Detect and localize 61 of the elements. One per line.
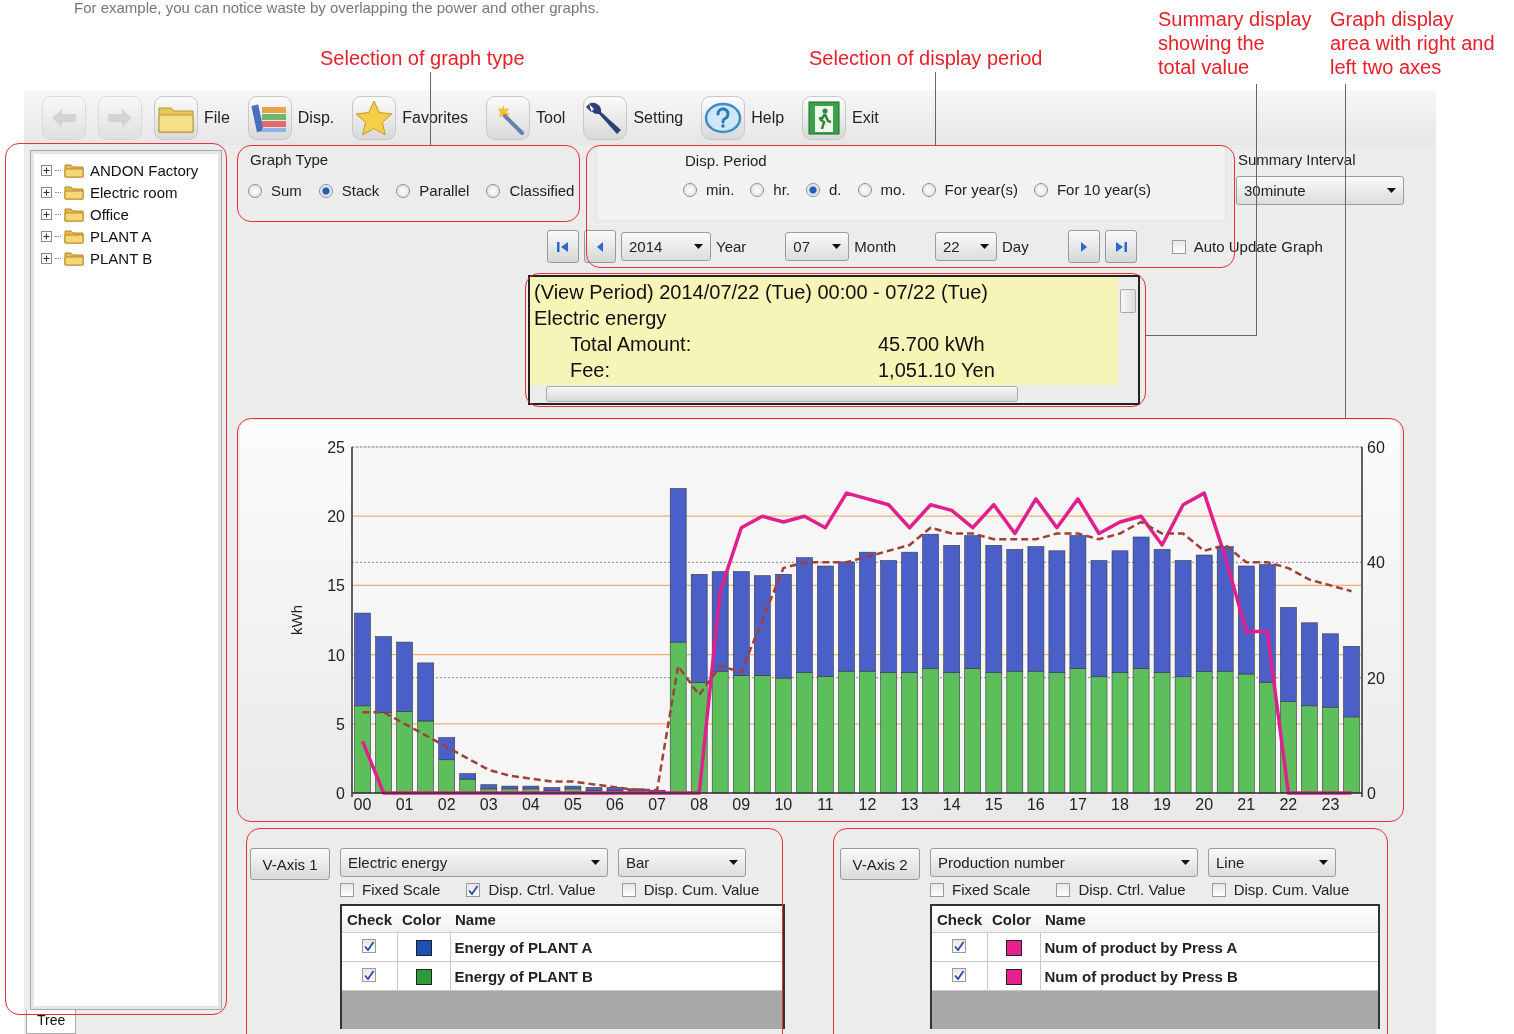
axis-tick-label: 16 xyxy=(1026,796,1045,813)
field-label: Day xyxy=(1002,238,1029,255)
axis-tick-label: 0 xyxy=(1367,785,1376,802)
field-label: Year xyxy=(716,238,747,255)
table-cell: Num of product by Press A xyxy=(1040,932,1379,962)
axis-tick-label: 00 xyxy=(353,796,372,813)
axis-tick-label: 01 xyxy=(395,796,414,813)
axis-tick-label: 02 xyxy=(437,796,456,813)
axis-tick-label: 08 xyxy=(690,796,709,813)
column-header: Color xyxy=(397,905,451,933)
summary-value: 45.700 kWh xyxy=(878,332,985,357)
annotation-label: Selection of graph type xyxy=(320,46,525,70)
axis-tick-label: 20 xyxy=(1195,796,1214,813)
axis-tick-label: 19 xyxy=(1153,796,1171,813)
summary-title: Electric energy xyxy=(534,306,668,331)
axis-tick-label: 20 xyxy=(1367,669,1385,687)
annotation-label: Selection of display period xyxy=(809,46,1043,70)
axis-tick-label: 22 xyxy=(1279,796,1298,813)
column-header: Color xyxy=(987,905,1041,933)
group-title: Graph Type xyxy=(250,151,329,168)
axis-tick-label: 0 xyxy=(336,785,345,802)
axis-tick-label: 03 xyxy=(479,796,498,813)
axis-tick-label: 21 xyxy=(1237,796,1256,813)
axis-tick-label: 06 xyxy=(606,796,624,813)
axis-tick-label: 23 xyxy=(1321,796,1340,813)
axis-tick-label: 07 xyxy=(648,796,666,813)
axis-tick-label: 18 xyxy=(1111,796,1129,813)
annotation-label: Graph display area with right and left two axes xyxy=(1330,7,1495,79)
group-title: Disp. Period xyxy=(685,152,767,169)
caption-text: For example, you can notice waste by overlapping the power and other graphs. xyxy=(74,0,600,16)
axis-tick-label: 25 xyxy=(327,439,345,456)
axis-tick-label: 14 xyxy=(942,796,961,813)
table-cell: Energy of PLANT B xyxy=(450,961,784,991)
axis-tick-label: 11 xyxy=(817,796,834,813)
column-header: Check xyxy=(341,905,398,933)
axis-tick-label: 15 xyxy=(327,577,345,595)
axis-tick-label: 17 xyxy=(1069,796,1087,813)
table-cell: Num of product by Press B xyxy=(1040,961,1379,991)
axis-tick-label: 12 xyxy=(858,796,877,813)
summary-value: 1,051.10 Yen xyxy=(878,358,995,383)
axis-tick-label: 20 xyxy=(327,508,345,526)
axis-tick-label: 05 xyxy=(564,796,582,813)
axis-tick-label: 09 xyxy=(732,796,751,813)
axis-tick-label: 5 xyxy=(336,715,345,733)
column-header: Name xyxy=(1040,905,1379,933)
axis-tick-label: 40 xyxy=(1367,554,1385,572)
axis-tick-label: 10 xyxy=(327,646,345,664)
axis-title: kWh xyxy=(288,605,305,635)
column-header: Name xyxy=(450,905,784,933)
axis-tick-label: 60 xyxy=(1367,439,1385,456)
field-label: Month xyxy=(854,238,896,255)
summary-label: Total Amount: xyxy=(570,332,693,357)
axis-tick-label: 13 xyxy=(900,796,919,813)
annotation-label: Summary display showing the total value xyxy=(1158,7,1312,79)
axis-tick-label: 10 xyxy=(774,796,793,813)
column-header: Check xyxy=(931,905,988,933)
axis-tick-label: 15 xyxy=(984,796,1003,813)
summary-label: Fee: xyxy=(570,358,612,383)
view-period-text: (View Period) 2014/07/22 (Tue) 00:00 - 07/22 (Tue) xyxy=(534,280,989,305)
axis-tick-label: 04 xyxy=(521,796,540,813)
table-cell: Energy of PLANT A xyxy=(450,932,784,962)
